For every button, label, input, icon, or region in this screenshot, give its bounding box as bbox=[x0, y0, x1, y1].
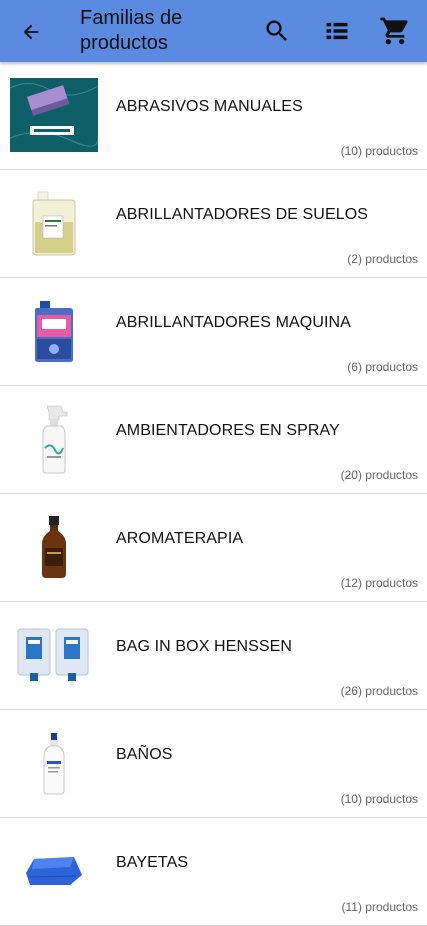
arrow-back-icon[interactable] bbox=[16, 17, 46, 47]
spray-bottle-icon bbox=[10, 400, 98, 478]
family-row-bag-in-box[interactable]: BAG IN BOX HENSSEN (26) productos bbox=[0, 602, 427, 710]
family-count: (2) productos bbox=[347, 252, 418, 266]
family-count: (6) productos bbox=[347, 360, 418, 374]
family-row-bayetas[interactable]: BAYETAS (11) productos bbox=[0, 818, 427, 926]
family-name: AMBIENTADORES EN SPRAY bbox=[116, 422, 340, 439]
family-row-banos[interactable]: BAÑOS (10) productos bbox=[0, 710, 427, 818]
amber-bottle-icon bbox=[10, 508, 98, 586]
family-name: BAÑOS bbox=[116, 746, 173, 763]
family-row-abrillantadores-suelos[interactable]: ABRILLANTADORES DE SUELOS (2) productos bbox=[0, 170, 427, 278]
list-view-icon[interactable] bbox=[320, 14, 354, 48]
family-count: (26) productos bbox=[340, 684, 418, 698]
page-title-line2: productos bbox=[80, 32, 168, 54]
family-count: (20) productos bbox=[340, 468, 418, 482]
family-row-ambientadores[interactable]: AMBIENTADORES EN SPRAY (20) productos bbox=[0, 386, 427, 494]
white-bottle-icon bbox=[10, 724, 98, 802]
family-name: ABRASIVOS MANUALES bbox=[116, 98, 303, 115]
family-name: ABRILLANTADORES DE SUELOS bbox=[116, 206, 369, 223]
family-name: BAG IN BOX HENSSEN bbox=[116, 638, 293, 655]
family-count: (10) productos bbox=[340, 144, 418, 158]
detergent-bottle-icon bbox=[10, 292, 98, 370]
family-count: (10) productos bbox=[340, 792, 418, 806]
shopping-cart-icon[interactable] bbox=[378, 14, 412, 48]
jerrycan-icon bbox=[10, 184, 98, 262]
family-list: ABRASIVOS MANUALES (10) productos ABRILL… bbox=[0, 62, 427, 926]
family-row-abrillantadores-maquina[interactable]: ABRILLANTADORES MAQUINA (6) productos bbox=[0, 278, 427, 386]
app-bar: Familias de productos bbox=[0, 0, 427, 62]
family-count: (12) productos bbox=[340, 576, 418, 590]
sponge-box-icon bbox=[10, 76, 98, 154]
dispenser-icon bbox=[10, 616, 98, 694]
search-icon[interactable] bbox=[260, 14, 294, 48]
family-row-aromaterapia[interactable]: AROMATERAPIA (12) productos bbox=[0, 494, 427, 602]
family-name: BAYETAS bbox=[116, 854, 189, 871]
family-name: ABRILLANTADORES MAQUINA bbox=[116, 314, 351, 331]
family-row-abrasivos[interactable]: ABRASIVOS MANUALES (10) productos bbox=[0, 62, 427, 170]
page-title-line1: Familias de bbox=[80, 7, 183, 29]
blue-cloth-icon bbox=[10, 832, 98, 910]
family-name: AROMATERAPIA bbox=[116, 530, 244, 547]
page-title: Familias de productos bbox=[80, 6, 230, 56]
family-count: (11) productos bbox=[341, 900, 418, 914]
